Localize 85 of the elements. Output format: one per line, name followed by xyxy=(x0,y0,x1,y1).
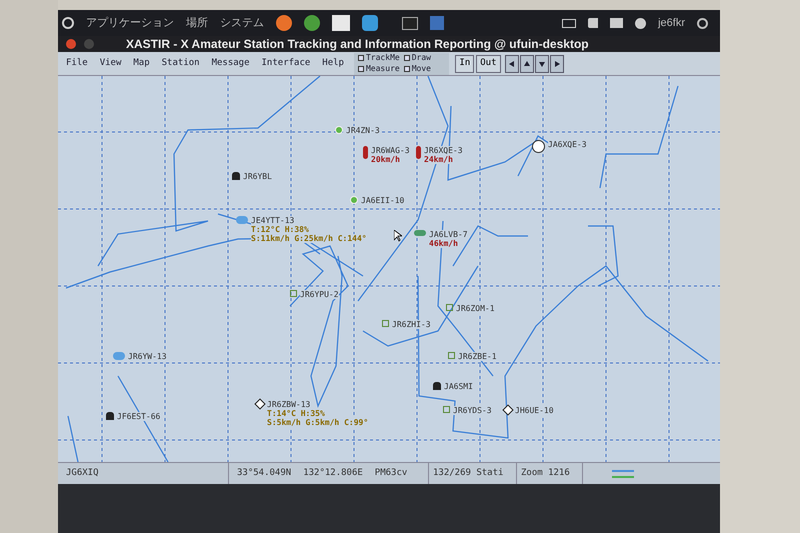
power-icon[interactable] xyxy=(697,18,708,28)
status-station-count: 132/269 Stati xyxy=(433,466,504,480)
status-callsign: JG6XIQ xyxy=(65,466,100,480)
checkbox[interactable] xyxy=(358,55,364,61)
station-label: JR6ZHI-3 xyxy=(392,320,431,329)
pan-up-button[interactable] xyxy=(520,54,534,72)
house-icon xyxy=(433,382,441,390)
menu-item[interactable]: Map xyxy=(133,56,150,70)
truck-icon xyxy=(363,146,368,159)
status-longitude: 132°12.806E xyxy=(303,466,363,480)
user-status-icon[interactable] xyxy=(635,18,646,28)
station-label: JR6YPU-2 xyxy=(300,290,339,299)
close-icon[interactable] xyxy=(66,39,76,49)
browser-icon[interactable] xyxy=(304,15,320,31)
pan-down-button[interactable] xyxy=(534,54,549,72)
ubuntu-logo-icon[interactable] xyxy=(62,17,74,29)
panel-menu[interactable]: アプリケーション xyxy=(86,14,174,32)
menu-item[interactable]: Station xyxy=(162,56,200,70)
station-label: JE4YTT-13 xyxy=(251,216,294,225)
digipeater-icon xyxy=(335,126,343,134)
mouse-pointer-icon xyxy=(394,230,402,242)
user-name[interactable]: je6fkr xyxy=(658,14,685,32)
terminal-icon[interactable] xyxy=(402,16,418,30)
house-icon xyxy=(232,172,240,180)
s-symbol-icon xyxy=(443,406,450,413)
station-label: JH6UE-10 xyxy=(515,406,554,415)
panel-menu[interactable]: システム xyxy=(220,14,264,32)
station-label: JA6LVB-7 xyxy=(429,230,468,239)
house-icon xyxy=(106,412,114,420)
station-label: JR6YDS-3 xyxy=(453,406,492,415)
station-label: JA6SMI xyxy=(444,382,473,391)
pan-right-button[interactable] xyxy=(550,54,564,72)
checkbox[interactable] xyxy=(404,66,410,72)
checkbox-label: Measure xyxy=(366,65,400,73)
station-label: JR6XQE-3 xyxy=(424,146,463,155)
truck-icon xyxy=(416,146,421,159)
menu-item[interactable]: View xyxy=(100,56,122,70)
checkbox[interactable] xyxy=(404,55,410,61)
pan-left-button[interactable] xyxy=(504,54,519,72)
station-label: JR6ZBW-13 xyxy=(267,400,310,409)
status-grid-locator: PM63cv xyxy=(374,466,408,480)
mail-icon[interactable] xyxy=(610,18,624,28)
station-label: JA6XQE-3 xyxy=(548,140,587,149)
station-info: 46km/h xyxy=(429,239,458,248)
checkbox-label: TrackMe xyxy=(366,54,400,62)
app-icon[interactable] xyxy=(362,15,378,31)
volume-icon[interactable] xyxy=(588,18,598,28)
panel-menu[interactable]: 場所 xyxy=(186,14,208,32)
s-symbol-icon xyxy=(448,352,455,359)
s-symbol-icon xyxy=(382,320,389,327)
menu-item[interactable]: File xyxy=(66,56,88,70)
s-symbol-icon xyxy=(290,290,297,297)
checkbox-label: Draw xyxy=(412,54,431,62)
station-info: T:12°C H:38% xyxy=(251,225,309,234)
weather-station-icon xyxy=(113,352,125,360)
station-label: JA6EII-10 xyxy=(361,196,404,205)
station-label: JR6WAG-3 xyxy=(371,146,410,155)
browser-icon[interactable] xyxy=(276,15,292,31)
station-label: JR6ZOM-1 xyxy=(456,304,495,313)
station-info: 24km/h xyxy=(424,155,453,164)
station-info: T:14°C H:35% xyxy=(267,409,325,418)
station-info: 20km/h xyxy=(371,155,400,164)
checkbox-label: Move xyxy=(412,65,431,73)
station-label: JR6ZBE-1 xyxy=(458,352,497,361)
weather-station-icon xyxy=(236,216,248,224)
station-label: JF6EST-66 xyxy=(117,412,160,421)
station-label: JR4ZN-3 xyxy=(346,126,380,135)
menu-item[interactable]: Message xyxy=(212,56,250,70)
car-icon xyxy=(414,230,426,236)
station-label: JR6YW-13 xyxy=(128,352,167,361)
status-latitude: 33°54.049N xyxy=(237,466,292,480)
menu-item[interactable]: Help xyxy=(322,56,344,70)
window-title: XASTIR - X Amateur Station Tracking and Information Reporting @ ufuin-desktop xyxy=(126,36,589,53)
menu-item[interactable]: Interface xyxy=(262,56,310,70)
status-zoom: Zoom 1216 xyxy=(521,466,570,480)
station-label: JR6YBL xyxy=(243,172,272,181)
checkbox[interactable] xyxy=(358,66,364,72)
zoom-button[interactable]: Out xyxy=(476,54,501,72)
digipeater-icon xyxy=(350,196,358,204)
station-info: S:5km/h G:5km/h C:99° xyxy=(267,418,368,427)
zoom-button[interactable]: In xyxy=(455,54,474,72)
s-symbol-icon xyxy=(446,304,453,311)
connection-indicator-icon xyxy=(612,470,634,478)
keyboard-icon[interactable] xyxy=(562,18,576,28)
station-info: S:11km/h G:25km/h C:144° xyxy=(251,234,367,243)
